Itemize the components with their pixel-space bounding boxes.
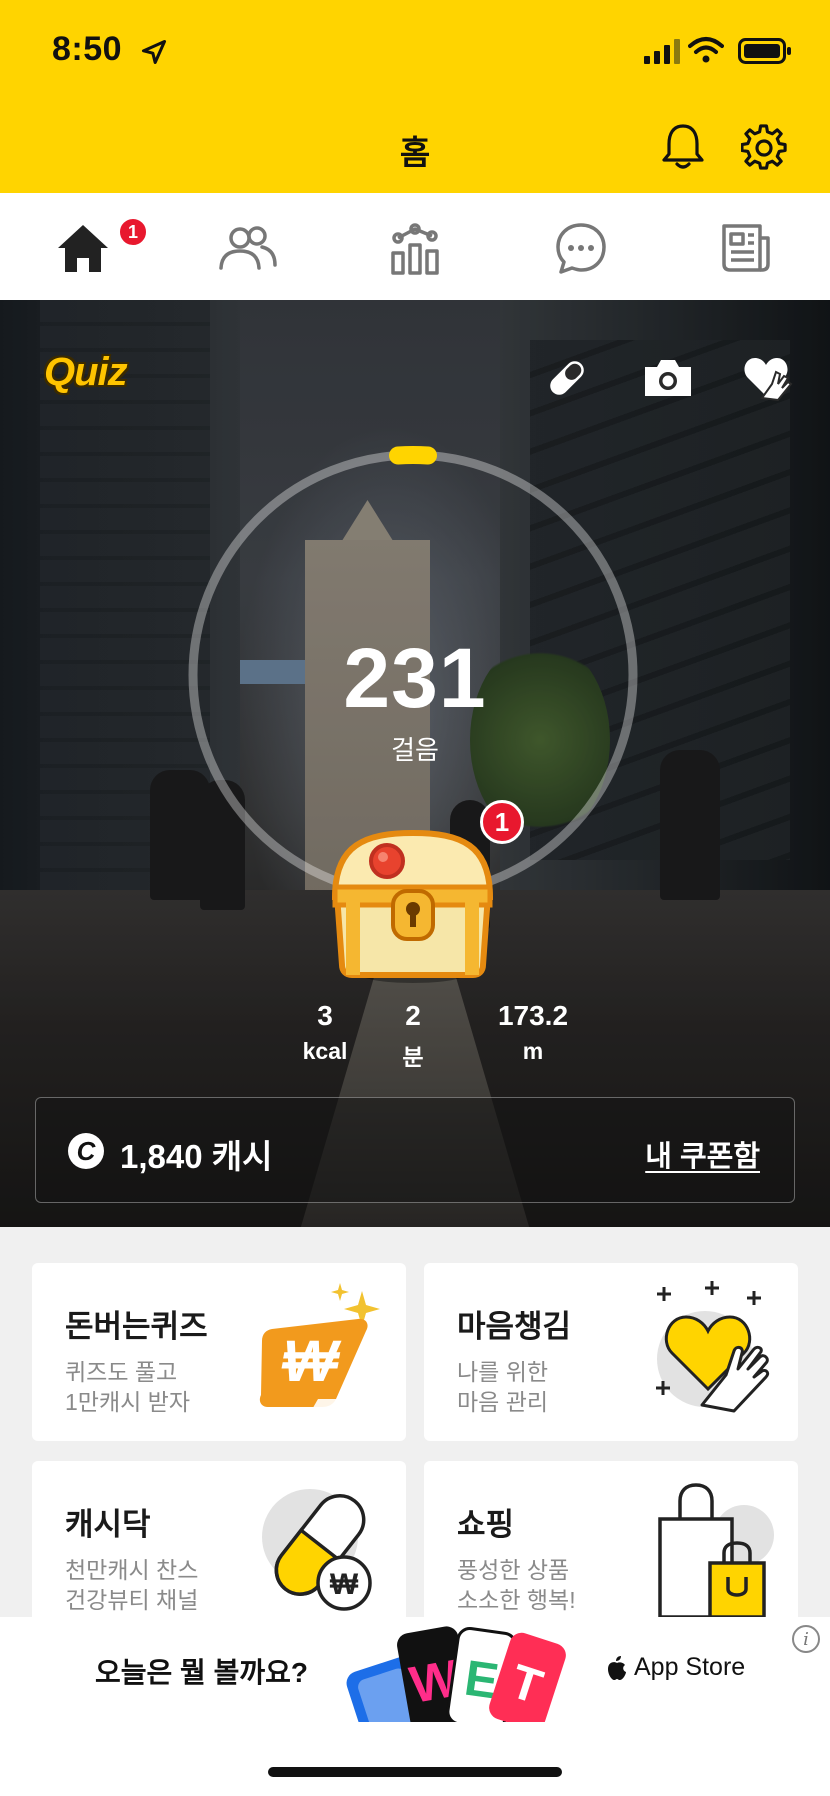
bell-icon[interactable] [660,122,706,172]
card-subtitle: 1만캐시 받자 [65,1389,190,1415]
location-arrow-icon [141,39,167,65]
pill-icon: ₩ [262,1489,372,1611]
card-title: 마음챙김 [457,1309,572,1344]
card-money-quiz[interactable]: 돈버는퀴즈 퀴즈도 풀고 1만캐시 받자 ₩ [32,1263,406,1441]
app-logo-icon: W E T [346,1626,566,1722]
heart-hand-button[interactable] [740,350,796,406]
stat-distance-unit: m [522,1038,544,1064]
step-count-label: 걸음 [391,735,439,765]
shopping-bag-icon [658,1483,774,1619]
stats-icon [391,223,439,275]
home-indicator[interactable] [268,1767,562,1777]
chest-notification-badge: 1 [480,800,524,844]
card-cashdoc[interactable]: 캐시닥 천만캐시 찬스 건강뷰티 채널 ₩ [32,1461,406,1639]
app-store-badge[interactable]: App Store [606,1653,745,1682]
card-subtitle: 건강뷰티 채널 [65,1587,199,1613]
status-time: 8:50 [52,30,123,68]
home-icon [58,225,108,272]
card-title: 돈버는퀴즈 [65,1309,208,1344]
cash-coin-icon: C [68,1133,104,1169]
hero-section: Quiz 231 걸음 1 3 kcal 2 분 173.2 m C 1,840… [0,300,830,1227]
svg-text:₩: ₩ [281,1329,342,1394]
heart-hand-icon [656,1281,770,1413]
feature-cards: 돈버는퀴즈 퀴즈도 풀고 1만캐시 받자 ₩ 마음챙김 나를 위한 마음 관리 … [0,1227,830,1639]
camera-icon [645,360,691,396]
chat-icon [556,223,606,274]
card-title: 캐시닥 [65,1507,151,1542]
camera-button[interactable] [640,350,696,406]
stat-distance: 173.2 m [478,1000,588,1065]
card-subtitle: 나를 위한 [457,1359,549,1385]
stat-calories: 3 kcal [290,1000,360,1065]
my-coupons-link[interactable]: 내 쿠폰함 [645,1133,760,1175]
apple-icon [608,1655,626,1680]
tab-bar: 1 [0,193,830,300]
card-mindfulness[interactable]: 마음챙김 나를 위한 마음 관리 [424,1263,798,1441]
gear-icon[interactable] [741,124,787,170]
heart-hand-icon [744,358,793,402]
ad-headline: 오늘은 뭘 볼까요? [95,1657,308,1688]
card-subtitle: 소소한 행복! [457,1587,576,1613]
tab-home[interactable] [48,213,118,283]
card-subtitle: 풍성한 상품 [457,1557,570,1583]
stat-minutes: 2 분 [383,1000,443,1072]
friends-icon [219,226,277,270]
treasure-chest-icon[interactable] [325,825,500,985]
pill-icon [550,361,584,395]
card-subtitle: 퀴즈도 풀고 [65,1359,178,1385]
tab-chat[interactable] [546,213,616,283]
card-title: 쇼핑 [457,1507,515,1542]
tab-stats[interactable] [380,213,450,283]
tab-news[interactable] [711,213,781,283]
card-subtitle: 마음 관리 [457,1389,549,1415]
stat-minutes-unit: 분 [402,1044,424,1070]
card-subtitle: 천만캐시 찬스 [65,1557,199,1583]
app-header: 8:50 홈 [0,0,830,193]
app-store-label: App Store [634,1653,746,1681]
stat-calories-value: 3 [317,1000,333,1031]
home-notification-badge: 1 [118,217,148,247]
step-count: 231 [343,631,487,725]
coin-sparkle-icon: ₩ [259,1283,380,1413]
svg-text:₩: ₩ [330,1568,359,1601]
cell-signal-icon [644,39,680,64]
pill-button[interactable] [539,350,595,406]
stat-distance-value: 173.2 [497,1000,569,1031]
card-shopping[interactable]: 쇼핑 풍성한 상품 소소한 행복! [424,1461,798,1639]
ad-banner[interactable]: 오늘은 뭘 볼까요? W E T App Store i [0,1617,830,1722]
cash-balance-bar[interactable]: C 1,840 캐시 내 쿠폰함 [35,1097,795,1203]
wifi-icon [688,37,724,63]
tab-friends[interactable] [213,213,283,283]
quiz-logo[interactable]: Quiz [44,350,128,395]
news-icon [722,224,770,272]
cash-amount: 1,840 캐시 [120,1138,273,1175]
stat-minutes-value: 2 [405,1000,421,1031]
ad-info-icon[interactable]: i [792,1625,820,1653]
battery-icon [738,38,791,64]
stat-calories-unit: kcal [302,1038,348,1064]
